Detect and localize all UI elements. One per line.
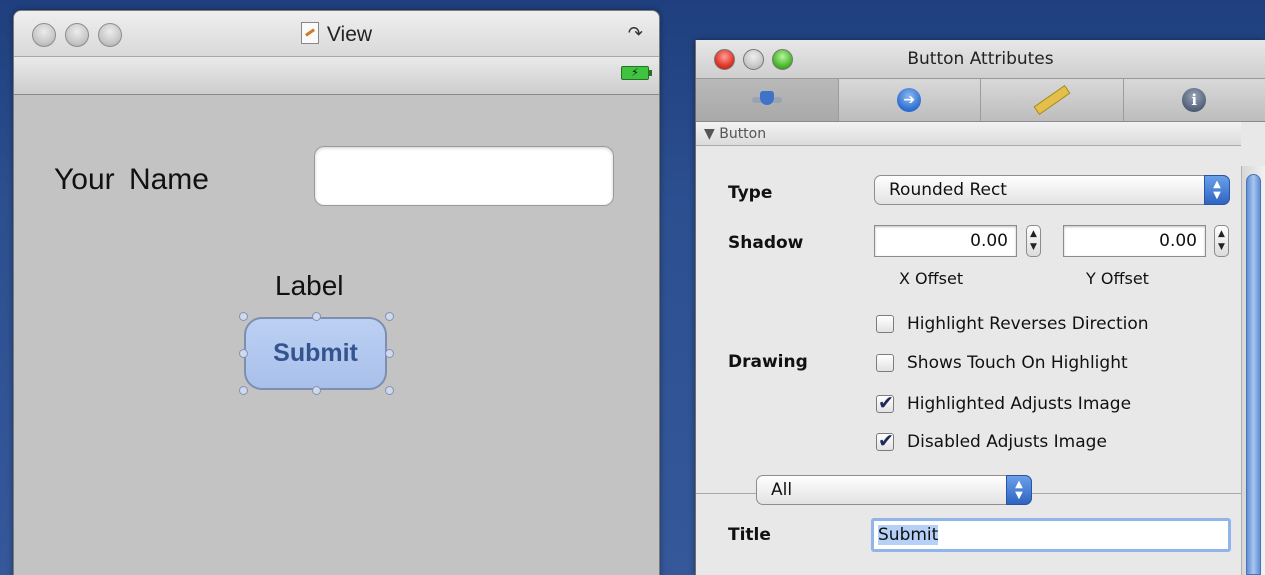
inspector-tabs: ➔ i [696, 78, 1265, 122]
disabled-adjusts-image-checkbox[interactable]: Disabled Adjusts Image [876, 430, 1107, 452]
shadow-y-stepper[interactable]: ▲ ▼ [1214, 225, 1229, 257]
highlight-reverses-direction-checkbox[interactable]: Highlight Reverses Direction [876, 314, 1149, 334]
simulated-status-bar: ⚡ [14, 57, 659, 95]
resize-handle-top-right[interactable] [385, 312, 394, 321]
resize-handle-top[interactable] [312, 312, 321, 321]
type-popup-value: Rounded Rect [889, 180, 1007, 200]
checkmark-icon [876, 430, 894, 452]
drawing-label: Drawing [728, 352, 808, 372]
tab-connections[interactable]: ➔ [839, 79, 981, 121]
view-window: View ↷ ⚡ Your Name Label Submit [13, 10, 660, 575]
state-config-value: All [771, 480, 793, 500]
battery-icon: ⚡ [621, 66, 652, 80]
rotate-icon[interactable]: ↷ [628, 23, 643, 44]
label-text: Label [275, 270, 344, 301]
resize-handle-right[interactable] [385, 349, 394, 358]
shadow-label: Shadow [728, 233, 804, 253]
view-canvas: Your Name Label Submit [14, 95, 659, 575]
button-section-header[interactable]: ▼ Button [696, 122, 1241, 146]
ruler-icon [1033, 85, 1071, 115]
checkbox-icon [876, 354, 894, 372]
title-label: Title [728, 525, 771, 545]
submit-button[interactable]: Submit [244, 317, 387, 390]
shadow-x-stepper[interactable]: ▲ ▼ [1026, 225, 1041, 257]
type-label: Type [728, 183, 773, 203]
connections-arrow-icon: ➔ [897, 88, 922, 112]
your-name-label: Your Name [54, 163, 209, 196]
attributes-titlebar: Button Attributes [696, 40, 1265, 78]
document-icon [300, 22, 319, 44]
window-title-text: View [326, 23, 373, 46]
tab-size[interactable] [981, 79, 1124, 121]
submit-button-selection: Submit [239, 312, 394, 395]
shows-touch-on-highlight-checkbox[interactable]: Shows Touch On Highlight [876, 353, 1128, 373]
popup-arrows-icon: ▲ ▼ [1204, 175, 1230, 205]
button-attributes-window: Button Attributes ➔ i ▼ Button Type Roun… [695, 40, 1265, 575]
resize-handle-bottom-right[interactable] [385, 386, 394, 395]
checkmark-icon [876, 392, 894, 414]
resize-handle-bottom[interactable] [312, 386, 321, 395]
tab-attributes[interactable] [696, 79, 839, 121]
shadow-y-offset-field[interactable]: 0.00 [1063, 225, 1206, 257]
title-input-selected-text: Submit [878, 525, 939, 545]
view-titlebar: View ↷ [14, 11, 659, 57]
resize-handle-top-left[interactable] [239, 312, 248, 321]
checkbox-label: Shows Touch On Highlight [907, 353, 1128, 373]
title-input[interactable]: Submit [871, 518, 1231, 552]
checkbox-label: Disabled Adjusts Image [907, 432, 1107, 452]
slider-icon [751, 91, 782, 105]
shadow-x-offset-field[interactable]: 0.00 [874, 225, 1017, 257]
tab-identity[interactable]: i [1124, 79, 1265, 121]
checkbox-label: Highlight Reverses Direction [907, 314, 1149, 334]
resize-handle-left[interactable] [239, 349, 248, 358]
window-title: Button Attributes [907, 49, 1054, 69]
window-title: View [14, 22, 659, 47]
highlighted-adjusts-image-checkbox[interactable]: Highlighted Adjusts Image [876, 392, 1132, 414]
state-config-popup[interactable]: All ▲ ▼ [756, 475, 1032, 505]
name-text-field[interactable] [314, 146, 614, 206]
x-offset-caption: X Offset [899, 269, 964, 288]
resize-handle-bottom-left[interactable] [239, 386, 248, 395]
scrollbar-thumb[interactable] [1246, 174, 1261, 575]
info-icon: i [1182, 88, 1207, 112]
type-popup[interactable]: Rounded Rect ▲ ▼ [874, 175, 1230, 205]
y-offset-caption: Y Offset [1086, 269, 1149, 288]
popup-arrows-icon: ▲ ▼ [1006, 475, 1032, 505]
scrollbar[interactable] [1241, 166, 1265, 575]
checkbox-icon [876, 315, 894, 333]
checkbox-label: Highlighted Adjusts Image [907, 394, 1132, 414]
